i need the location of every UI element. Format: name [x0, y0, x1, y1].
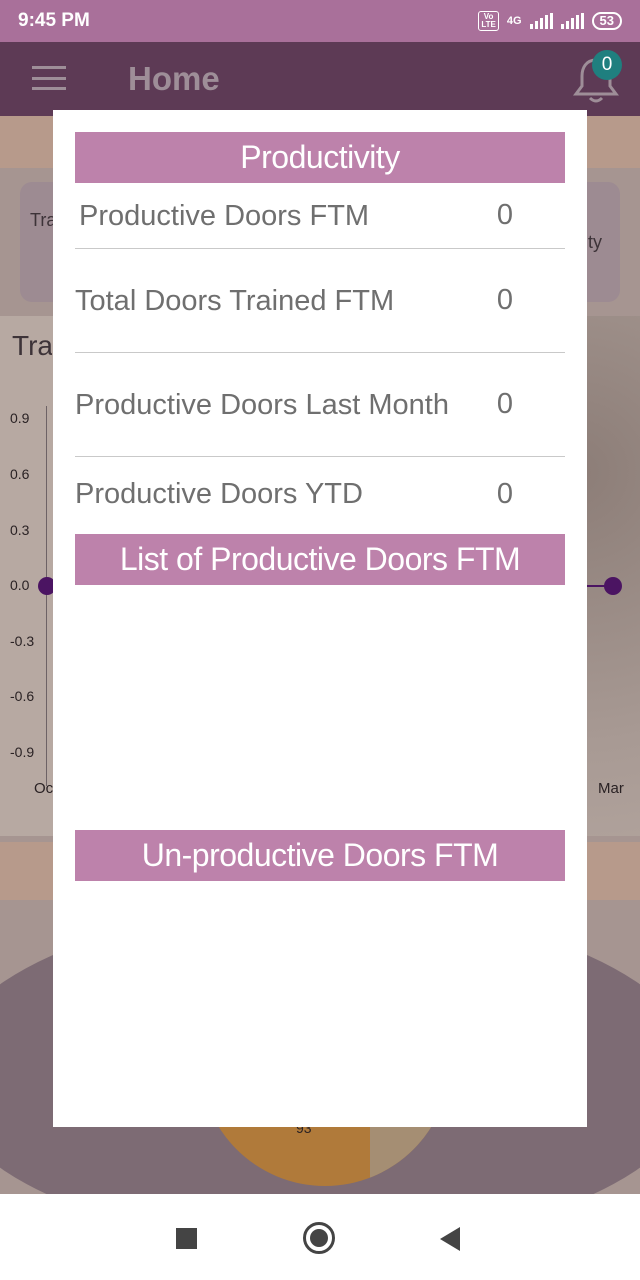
menu-icon[interactable] — [32, 66, 66, 90]
app-bar: Home — [0, 42, 640, 116]
y-tick: -0.6 — [10, 688, 35, 704]
row-label: Total Doors Trained FTM — [75, 284, 395, 317]
battery-icon: 53 — [591, 12, 622, 30]
y-tick: -0.9 — [10, 744, 35, 760]
productive-doors-list-header: List of Productive Doors FTM — [75, 534, 565, 585]
productivity-header: Productivity — [75, 132, 565, 183]
y-tick: 0.9 — [10, 410, 30, 426]
system-nav-bar — [0, 1194, 640, 1280]
row-value: 0 — [496, 477, 514, 510]
y-tick: 0.0 — [10, 577, 30, 593]
productive-doors-list — [75, 585, 565, 830]
home-icon[interactable] — [303, 1222, 335, 1254]
row-label: Productive Doors YTD — [75, 478, 363, 510]
row-value: 0 — [496, 388, 514, 420]
x-tick: Mar — [598, 780, 624, 797]
chart-section-title: Tra — [12, 330, 52, 361]
y-tick: 0.3 — [10, 522, 30, 538]
y-axis — [46, 406, 47, 786]
y-tick: -0.3 — [10, 633, 35, 649]
row-label: Productive Doors FTM — [79, 199, 370, 232]
table-row: Total Doors Trained FTM 0 — [75, 249, 565, 353]
productivity-dialog: Productivity Productive Doors FTM 0 Tota… — [53, 110, 587, 1127]
status-bar: 9:45 PM Vo LTE 4G 53 — [0, 0, 640, 42]
page-title: Home — [128, 60, 220, 97]
volte-icon: Vo LTE — [478, 11, 499, 31]
row-label: Productive Doors Last Month — [75, 388, 449, 421]
table-row: Productive Doors YTD 0 — [75, 457, 565, 531]
y-tick: 0.6 — [10, 466, 30, 482]
unproductive-doors-list — [75, 881, 565, 1111]
notification-badge: 0 — [592, 50, 622, 80]
row-value: 0 — [496, 284, 514, 316]
x-tick: Oc — [34, 780, 54, 797]
data-point — [604, 577, 622, 595]
network-type: 4G — [506, 15, 522, 27]
signal-icon — [529, 13, 553, 29]
status-icons: Vo LTE 4G 53 — [478, 11, 622, 31]
unproductive-doors-header: Un-productive Doors FTM — [75, 830, 565, 881]
signal-icon-2 — [560, 13, 584, 29]
table-row: Productive Doors FTM 0 — [75, 183, 565, 249]
recents-icon[interactable] — [176, 1228, 197, 1249]
table-row: Productive Doors Last Month 0 — [75, 353, 565, 457]
back-icon[interactable] — [440, 1227, 460, 1251]
row-value: 0 — [496, 199, 514, 231]
status-time: 9:45 PM — [18, 10, 90, 31]
